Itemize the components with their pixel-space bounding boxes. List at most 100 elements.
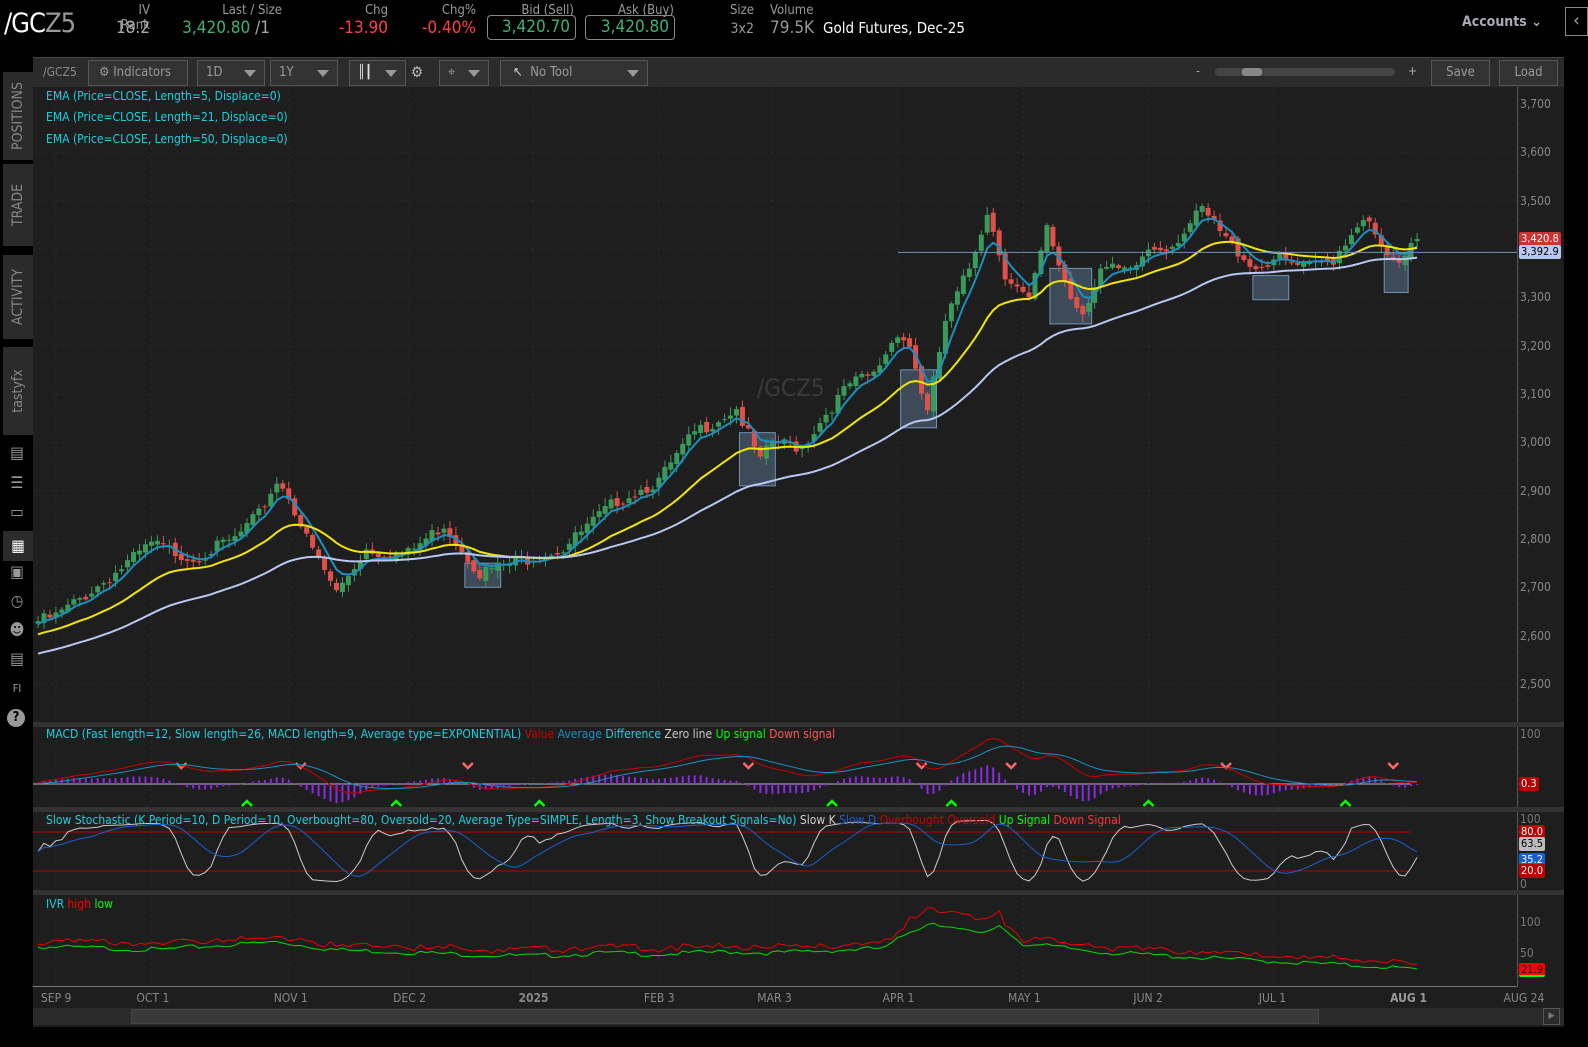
candle-body [1026,292,1032,298]
candle-body [1163,249,1169,252]
down-signal-arrow [1387,762,1400,770]
highlight-box [1252,275,1290,301]
candle-body [441,528,447,533]
slow-d-line [37,822,1418,877]
price-axis-label: 3,100 [1520,386,1551,401]
candle-body [686,434,692,446]
price-axis-label: 3,300 [1520,290,1551,305]
candle-body [1348,235,1354,245]
stochastic-axis-label: 100 [1520,812,1541,826]
candle-body [95,586,101,593]
candle-body [1342,245,1348,251]
horizontal-scrollbar[interactable]: ▶ [33,1008,1564,1025]
candle-body [328,571,334,581]
ema21-line [37,240,1418,636]
support-price-tag: 3,392.9 [1519,245,1561,260]
macd-label[interactable]: MACD (Fast length=12, Slow length=26, MA… [46,727,835,741]
macd-value-line [37,737,1418,794]
candle-body [190,559,196,562]
candle-body [119,569,125,572]
candle-body [620,503,626,505]
candle-body [966,268,972,277]
date-axis-label: 2025 [518,991,549,1005]
candle-body [268,493,274,507]
candle-body [901,337,907,341]
date-axis-label: FEB 3 [643,991,675,1005]
date-axis-label: DEC 2 [393,991,427,1005]
scrollbar-thumb[interactable] [131,1009,1319,1024]
ema21-label[interactable]: EMA (Price=CLOSE, Length=21, Displace=0) [46,110,288,124]
candle-body [262,506,268,508]
date-axis-label: JUL 1 [1258,991,1287,1005]
candle-body [972,252,978,269]
scroll-right-button[interactable]: ▶ [1543,1008,1560,1025]
candle-body [548,555,554,557]
candle-body [907,338,913,347]
candle-body [680,443,686,455]
candle-body [710,428,716,432]
candle-body [1145,249,1151,257]
candle-body [256,508,262,516]
candle-body [1193,210,1199,226]
candle-body [304,527,310,534]
candle-body [59,609,65,614]
price-axis-label: 3,700 [1520,97,1551,111]
candle-body [847,383,853,387]
candle-body [178,553,184,561]
candle-body [1289,262,1295,264]
candle-body [1247,259,1253,267]
candle-body [477,570,483,579]
candle-body [375,553,381,558]
candle-body [1205,207,1211,216]
candle-body [990,212,996,232]
candle-body [1241,255,1247,260]
candle-body [1259,266,1265,268]
candle-body [322,557,328,570]
candle-body [107,582,113,584]
macd-value-tag: 0.3 [1519,777,1539,791]
up-signal-arrow [241,799,253,807]
candle-body [632,496,638,498]
stochastic-axis-label: 0 [1520,877,1527,891]
candle-body [274,483,280,493]
candle-body [978,234,984,251]
candle-body [1086,302,1092,312]
date-axis-label: SEP 9 [40,991,72,1005]
candle-body [1199,206,1205,212]
ivr-label[interactable]: IVR high low [46,897,113,911]
ivr-axis-label: 50 [1520,946,1534,960]
candle-body [626,498,632,503]
candle-body [125,560,131,568]
ivr-value-tag: 21.9 [1519,963,1546,977]
price-axis-label: 2,800 [1520,531,1551,546]
candle-body [954,291,960,305]
stochastic-value-tag: 63.5 [1519,837,1546,851]
ema5-line [37,217,1418,626]
price-axis-label: 2,700 [1520,580,1551,595]
candle-body [960,275,966,295]
candle-body [1020,286,1026,292]
candle-body [931,376,936,412]
down-signal-arrow [461,762,474,770]
candle-body [895,337,901,343]
ema50-label[interactable]: EMA (Price=CLOSE, Length=50, Displace=0) [46,132,288,146]
candle-body [925,393,931,411]
candle-body [77,598,83,600]
candle-body [1116,265,1122,269]
ema5-label[interactable]: EMA (Price=CLOSE, Length=5, Displace=0) [46,89,281,103]
candle-body [435,532,441,535]
stochastic-label[interactable]: Slow Stochastic (K Period=10, D Period=1… [46,813,1121,827]
price-axis-label: 2,600 [1520,628,1551,643]
date-axis-label: AUG 24 [1503,991,1545,1005]
candle-body [1014,284,1020,287]
candle-body [1366,217,1372,222]
candle-body [1360,219,1366,227]
candle-body [1169,246,1175,249]
candle-body [489,568,495,570]
price-axis-label: 3,200 [1520,338,1551,353]
candle-body [889,342,895,352]
candle-body [728,415,734,419]
candle-body [841,386,847,396]
candle-body [584,523,590,534]
candle-body [101,583,107,585]
